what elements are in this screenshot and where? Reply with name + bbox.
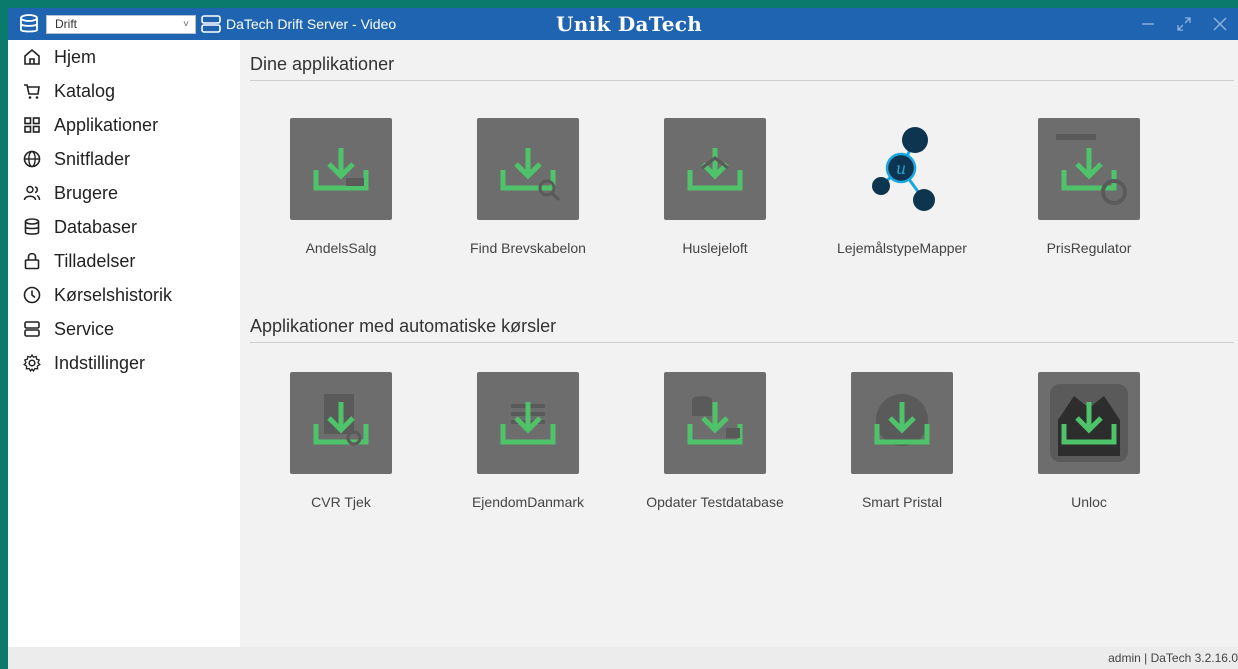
apps-grid-icon <box>22 115 42 135</box>
download-tray-icon <box>1038 118 1140 220</box>
app-window: Drift ˅ DaTech Drift Server - Video Unik… <box>8 8 1238 669</box>
app-tile-andelssalg[interactable]: AndelsSalg <box>251 118 431 278</box>
sidebar-item-korselshistorik[interactable]: Kørselshistorik <box>8 278 240 312</box>
minimize-icon <box>1142 23 1154 25</box>
users-icon <box>22 183 42 203</box>
environment-value: Drift <box>55 17 77 31</box>
main-content: Dine applikationer AndelsSalg Find Brevs… <box>240 40 1238 647</box>
sidebar-item-label: Hjem <box>54 46 97 67</box>
download-tray-icon <box>1038 372 1140 474</box>
sidebar-item-label: Tilladelser <box>54 250 136 271</box>
sidebar-item-service[interactable]: Service <box>8 312 240 346</box>
section-title-apps: Dine applikationer <box>250 54 395 74</box>
download-tray-icon <box>664 372 766 474</box>
server-icon <box>200 14 222 34</box>
sidebar-item-label: Indstillinger <box>54 352 146 373</box>
sidebar-item-tilladelser[interactable]: Tilladelser <box>8 244 240 278</box>
status-bar: admin | DaTech 3.2.16.0 <box>8 647 1238 669</box>
sidebar-item-label: Applikationer <box>54 114 159 135</box>
download-tray-icon <box>290 118 392 220</box>
chevron-down-icon: ˅ <box>183 19 189 30</box>
lock-icon <box>22 251 42 271</box>
app-label: EjendomDanmark <box>471 494 585 510</box>
sidebar-item-databaser[interactable]: Databaser <box>8 210 240 244</box>
app-label: Opdater Testdatabase <box>646 494 784 510</box>
sidebar-item-label: Snitflader <box>54 148 131 169</box>
svg-text:u: u <box>896 159 906 178</box>
download-tray-icon <box>664 118 766 220</box>
brand-title: Unik DaTech <box>556 12 703 36</box>
section-divider <box>250 80 1234 81</box>
status-text: admin | DaTech 3.2.16.0 <box>1108 651 1238 665</box>
app-label: LejemålstypeMapper <box>837 240 967 256</box>
cart-icon <box>22 81 42 101</box>
expand-icon <box>1177 17 1191 31</box>
app-tile-prisregulator[interactable]: PrisRegulator <box>999 118 1179 278</box>
app-tile-huslejeloft[interactable]: Huslejeloft <box>625 118 805 278</box>
app-label: Smart Pristal <box>861 494 943 510</box>
app-label: AndelsSalg <box>305 240 377 256</box>
app-tile-unloc[interactable]: Unloc <box>999 372 1179 532</box>
sidebar-item-label: Databaser <box>54 216 138 237</box>
database-icon <box>22 217 42 237</box>
gear-icon <box>22 353 42 373</box>
app-tile-ejendomdanmark[interactable]: EjendomDanmark <box>438 372 618 532</box>
sidebar-item-label: Katalog <box>54 80 116 101</box>
section-divider <box>250 342 1234 343</box>
sidebar-item-katalog[interactable]: Katalog <box>8 74 240 108</box>
download-tray-icon <box>477 372 579 474</box>
download-tray-icon <box>290 372 392 474</box>
server-title: DaTech Drift Server - Video <box>226 16 397 32</box>
globe-icon <box>22 149 42 169</box>
sidebar-item-label: Kørselshistorik <box>54 284 173 305</box>
section-title-auto: Applikationer med automatiske kørsler <box>250 316 557 336</box>
title-bar: Drift ˅ DaTech Drift Server - Video Unik… <box>8 8 1238 40</box>
close-button[interactable] <box>1202 8 1238 40</box>
app-tile-lejemalstypemapper[interactable]: u LejemålstypeMapper <box>812 118 992 278</box>
sidebar-item-applikationer[interactable]: Applikationer <box>8 108 240 142</box>
maximize-button[interactable] <box>1166 8 1202 40</box>
download-tray-icon <box>477 118 579 220</box>
sidebar-item-label: Service <box>54 318 115 339</box>
app-label: Huslejeloft <box>682 240 748 256</box>
app-tile-smart-pristal[interactable]: Smart Pristal <box>812 372 992 532</box>
sidebar-item-brugere[interactable]: Brugere <box>8 176 240 210</box>
app-tile-opdater-testdatabase[interactable]: Opdater Testdatabase <box>625 372 805 532</box>
sidebar-item-indstillinger[interactable]: Indstillinger <box>8 346 240 380</box>
app-label: Find Brevskabelon <box>470 240 586 256</box>
database-icon <box>18 14 40 34</box>
app-tile-find-brevskabelon[interactable]: Find Brevskabelon <box>438 118 618 278</box>
sidebar-item-snitflader[interactable]: Snitflader <box>8 142 240 176</box>
app-label: PrisRegulator <box>1046 240 1132 256</box>
home-icon <box>22 47 42 67</box>
network-nodes-icon: u <box>851 118 953 220</box>
server-icon <box>22 319 42 339</box>
sidebar-nav: Hjem Katalog Applikationer Snitflader Br… <box>8 40 240 647</box>
app-label: Unloc <box>1071 494 1107 510</box>
app-tile-cvr-tjek[interactable]: CVR Tjek <box>251 372 431 532</box>
sidebar-item-label: Brugere <box>54 182 119 203</box>
download-tray-icon <box>851 372 953 474</box>
minimize-button[interactable] <box>1130 8 1166 40</box>
app-label: CVR Tjek <box>311 494 371 510</box>
sidebar-item-hjem[interactable]: Hjem <box>8 40 240 74</box>
close-icon <box>1213 17 1227 31</box>
environment-select[interactable]: Drift ˅ <box>46 15 196 34</box>
clock-icon <box>22 285 42 305</box>
